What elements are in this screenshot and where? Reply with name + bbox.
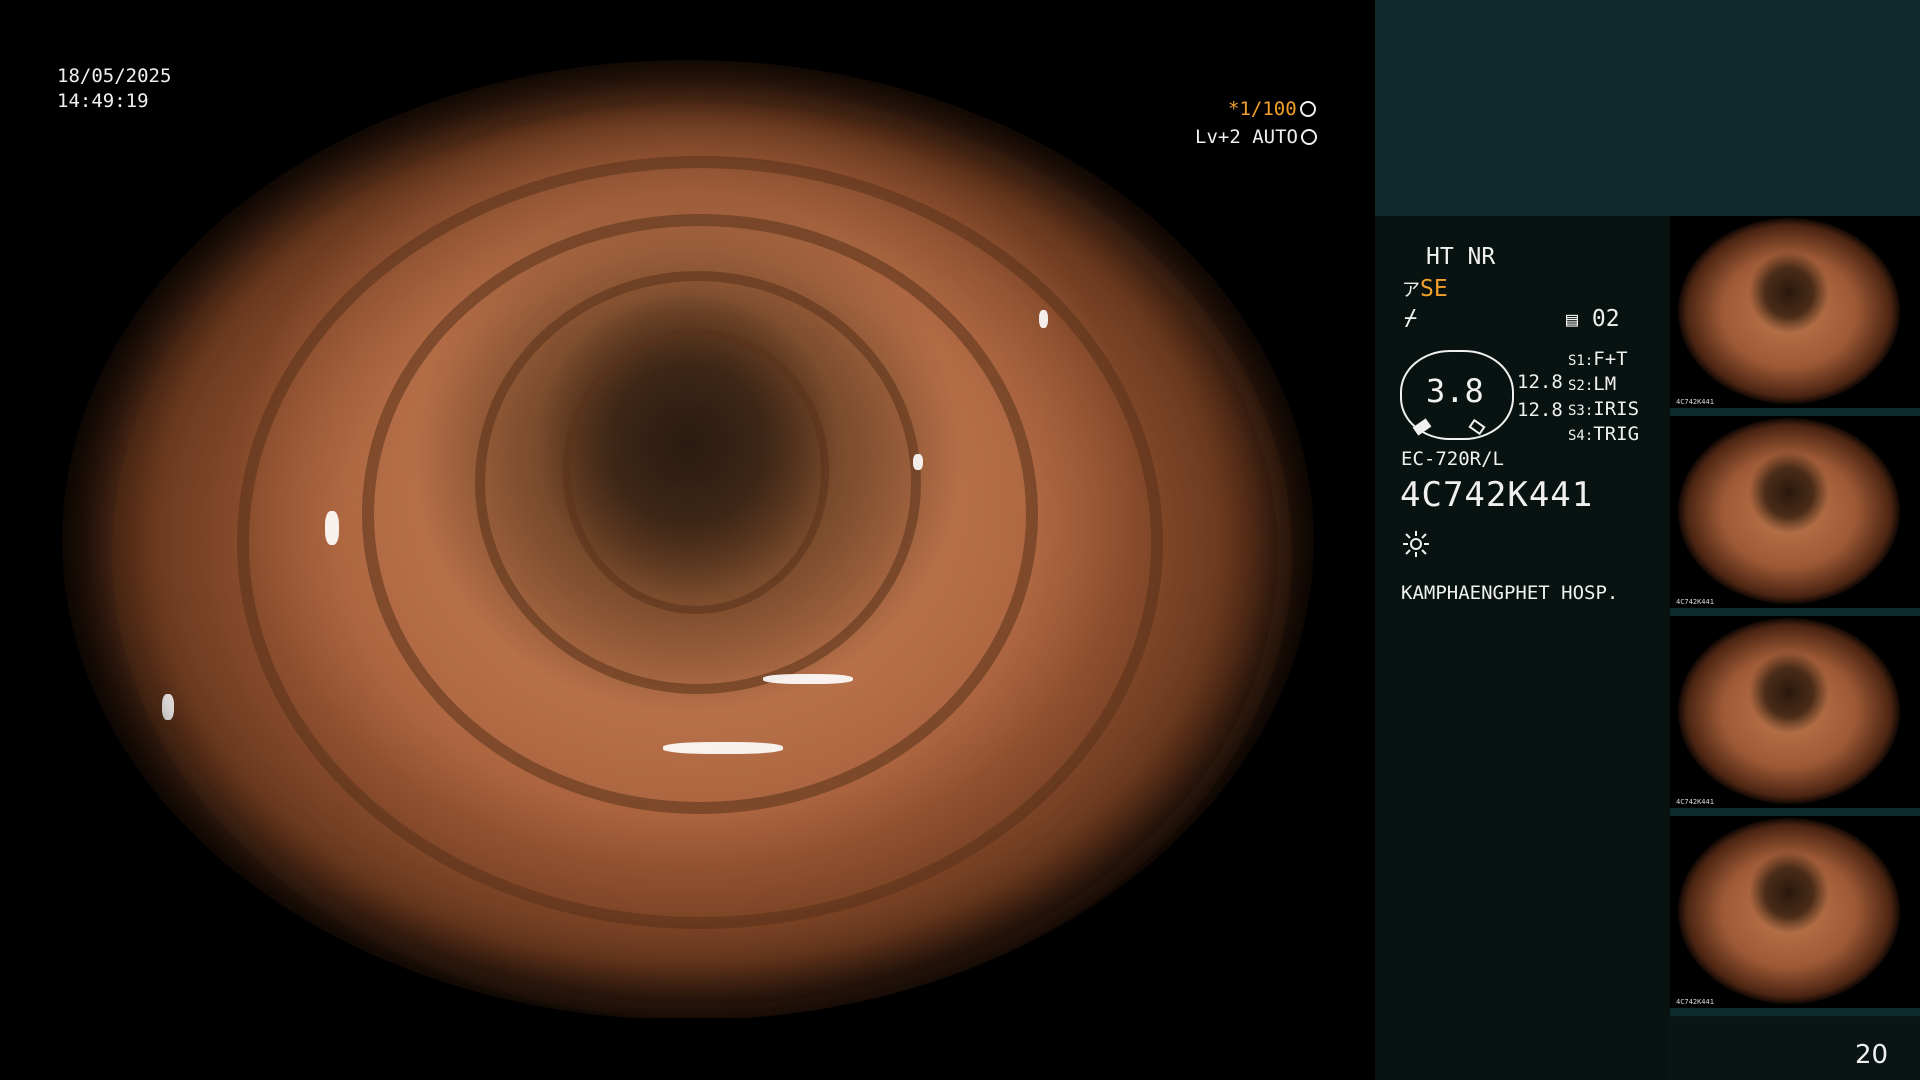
level-readout: Lv+2 AUTO xyxy=(1195,126,1317,148)
filter-icon: ⌿ xyxy=(1404,306,1418,331)
scope-serial: 4C742K441 xyxy=(1400,475,1594,515)
time-readout: 14:49:19 xyxy=(57,90,149,112)
endoscope-view xyxy=(0,0,1375,1080)
brightness-icon xyxy=(1300,129,1317,145)
thumbnail-caption: 4C742K441 xyxy=(1676,398,1714,406)
switch-1: S1:F+T xyxy=(1568,348,1628,370)
frame-bottom xyxy=(0,1018,1375,1080)
info-panel xyxy=(1375,216,1670,1080)
thumbnail-image[interactable]: 4C742K441 xyxy=(1670,816,1920,1016)
value-2: 12.8 xyxy=(1517,399,1563,421)
memory-readout: ▤ 02 xyxy=(1566,306,1620,332)
thumbnail-image[interactable]: 4C742K441 xyxy=(1670,616,1920,816)
switch-4: S4:TRIG xyxy=(1568,423,1640,445)
light-icon xyxy=(1403,531,1429,557)
hospital-name: KAMPHAENGPHET HOSP. xyxy=(1401,582,1619,604)
endoscopic-image xyxy=(62,60,1314,1020)
se-label: アSE xyxy=(1402,276,1448,302)
thumbnail-caption: 4C742K441 xyxy=(1676,998,1714,1006)
shutter-readout: *1/100 xyxy=(1228,98,1316,120)
date-readout: 18/05/2025 xyxy=(57,65,172,87)
ht-nr-label: HT NR xyxy=(1426,244,1496,270)
memory-icon: ▤ xyxy=(1566,307,1579,331)
switch-2: S2:LM xyxy=(1568,373,1617,395)
thumbnail-image[interactable]: 4C742K441 xyxy=(1670,416,1920,616)
thumbnail-image[interactable]: 4C742K441 xyxy=(1670,216,1920,416)
switch-3: S3:IRIS xyxy=(1568,398,1640,420)
thumbnail-caption: 4C742K441 xyxy=(1676,798,1714,806)
se-icon: ア xyxy=(1402,280,1420,301)
page-number: 20 xyxy=(1855,1040,1889,1070)
value-1: 12.8 xyxy=(1517,371,1563,393)
scope-model: EC-720R/L xyxy=(1401,448,1504,470)
aperture-icon xyxy=(1299,101,1316,117)
gauge-value: 3.8 xyxy=(1426,372,1484,410)
thumbnail-strip: 4C742K441 4C742K441 4C742K441 4C742K441 xyxy=(1670,216,1920,1016)
thumbnail-caption: 4C742K441 xyxy=(1676,598,1714,606)
frame-top xyxy=(0,0,1375,60)
info-header-box xyxy=(1375,0,1920,217)
